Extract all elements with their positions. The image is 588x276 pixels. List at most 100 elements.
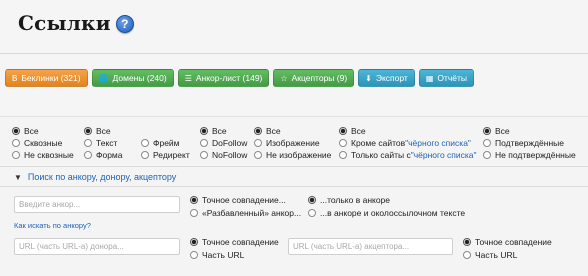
filter-group-follow: Все DoFollow NoFollow: [200, 125, 247, 161]
radio[interactable]: [339, 139, 347, 147]
radio-option[interactable]: Подтверждённые: [483, 137, 576, 149]
question-icon[interactable]: ?: [115, 15, 134, 33]
search-toggle-label[interactable]: Поиск по анкору, донору, акцептору: [28, 172, 176, 182]
radio-option[interactable]: Все: [483, 125, 576, 137]
star-icon: ☆: [280, 73, 288, 83]
radio-option[interactable]: Часть URL: [190, 248, 279, 261]
option-label: Редирект: [153, 150, 190, 160]
input-placeholder: Введите анкор...: [19, 200, 81, 209]
option-label: Не подтверждённые: [495, 150, 576, 160]
radio[interactable]: [84, 151, 92, 159]
filter-group-blacklist: Все Кроме сайтов "чёрного списка" Только…: [339, 125, 477, 161]
filter-group-sitewide: Все Сквозные Не сквозные: [12, 125, 74, 161]
radio-option[interactable]: Все: [254, 125, 331, 137]
radio[interactable]: [483, 139, 491, 147]
blacklist-link[interactable]: "чёрного списка": [411, 150, 477, 160]
donor-match-group: Точное совпадение Часть URL: [190, 235, 279, 261]
radio[interactable]: [200, 139, 208, 147]
radio-checked[interactable]: [200, 127, 208, 135]
radio-option[interactable]: NoFollow: [200, 149, 247, 161]
tab-domains[interactable]: 🌐 Домены (240): [91, 69, 174, 87]
radio-checked[interactable]: [483, 127, 491, 135]
option-label: Подтверждённые: [495, 138, 564, 148]
radio-checked[interactable]: [12, 127, 20, 135]
tab-label: Экспорт: [375, 73, 408, 83]
export-button[interactable]: ⬇ Экспорт: [358, 69, 415, 87]
tab-label: Анкор-лист (149): [195, 73, 263, 83]
page-title: Ссылки: [18, 11, 111, 35]
option-label: Все: [266, 126, 281, 136]
radio-option[interactable]: Часть URL: [463, 248, 552, 261]
reports-button[interactable]: ▦ Отчёты: [418, 69, 475, 87]
donor-url-input[interactable]: URL (часть URL-а) донора...: [14, 238, 180, 255]
radio-option[interactable]: Изображение: [254, 137, 331, 149]
list-icon: ☰: [184, 73, 192, 83]
radio[interactable]: [12, 139, 20, 147]
radio-option[interactable]: «Разбавленный» анкор...: [190, 206, 301, 219]
tab-acceptors[interactable]: ☆ Акцепторы (9): [273, 69, 355, 87]
radio[interactable]: [483, 151, 491, 159]
radio[interactable]: [339, 151, 347, 159]
radio[interactable]: [463, 250, 471, 259]
radio-option[interactable]: DoFollow: [200, 137, 247, 149]
radio-option[interactable]: Кроме сайтов "чёрного списка": [339, 137, 477, 149]
radio-option[interactable]: Все: [200, 125, 247, 137]
radio[interactable]: [254, 139, 262, 147]
radio[interactable]: [200, 151, 208, 159]
option-label: Форма: [96, 150, 123, 160]
blacklist-link[interactable]: "чёрного списка": [405, 138, 471, 148]
tab-backlinks[interactable]: B Беклинки (321): [5, 69, 88, 87]
radio[interactable]: [141, 151, 149, 159]
radio-option[interactable]: Не сквозные: [12, 149, 74, 161]
radio-option[interactable]: Точное совпадение: [190, 235, 279, 248]
acceptor-match-group: Точное совпадение Часть URL: [463, 235, 552, 261]
acceptor-url-input[interactable]: URL (часть URL-а) акцептора...: [288, 238, 453, 255]
radio-checked[interactable]: [308, 195, 316, 204]
radio-option[interactable]: ...только в анкоре: [308, 193, 465, 206]
globe-icon: 🌐: [98, 73, 109, 83]
radio[interactable]: [254, 151, 262, 159]
header-area: Ссылки ? B Беклинки (321) 🌐 Домены (240)…: [0, 0, 588, 116]
option-label: «Разбавленный» анкор...: [202, 207, 302, 218]
radio-option[interactable]: Точное совпадение...: [190, 193, 301, 206]
radio-option[interactable]: Точное совпадение: [463, 235, 552, 248]
radio-checked[interactable]: [190, 195, 198, 204]
radio[interactable]: [84, 139, 92, 147]
option-label: Все: [351, 126, 366, 136]
radio-option[interactable]: Форма: [84, 149, 123, 161]
option-label: Все: [495, 126, 510, 136]
option-label: Только сайты с: [351, 150, 411, 160]
reports-icon: ▦: [425, 73, 434, 83]
anchor-match-group: Точное совпадение... «Разбавленный» анко…: [190, 193, 301, 219]
tab-label: Беклинки (321): [21, 73, 81, 83]
radio-option[interactable]: Текст: [84, 137, 123, 149]
radio-option[interactable]: Все: [12, 125, 74, 137]
radio-option[interactable]: Не изображение: [254, 149, 331, 161]
radio-option[interactable]: Не подтверждённые: [483, 149, 576, 161]
how-to-search-link[interactable]: Как искать по анкору?: [14, 221, 91, 230]
radio-option[interactable]: Все: [84, 125, 123, 137]
radio-checked[interactable]: [254, 127, 262, 135]
option-label: Точное совпадение: [475, 236, 552, 247]
radio-option[interactable]: Только сайты с "чёрного списка": [339, 149, 477, 161]
radio[interactable]: [141, 139, 149, 147]
radio-option[interactable]: Фрейм: [141, 137, 190, 149]
search-toggle[interactable]: ▼ Поиск по анкору, донору, акцептору: [14, 172, 176, 182]
radio-option[interactable]: Редирект: [141, 149, 190, 161]
option-label: Часть URL: [475, 249, 518, 260]
tab-bar: B Беклинки (321) 🌐 Домены (240) ☰ Анкор-…: [5, 69, 478, 87]
radio[interactable]: [190, 208, 198, 217]
tab-anchor-list[interactable]: ☰ Анкор-лист (149): [177, 69, 270, 87]
radio-checked[interactable]: [339, 127, 347, 135]
radio-option[interactable]: ...в анкоре и околоссылочном тексте: [308, 206, 465, 219]
radio[interactable]: [308, 208, 316, 217]
radio[interactable]: [12, 151, 20, 159]
radio-option[interactable]: Все: [339, 125, 477, 137]
divider: [0, 53, 588, 54]
anchor-input[interactable]: Введите анкор...: [14, 196, 180, 213]
radio-checked[interactable]: [463, 237, 471, 246]
radio-option[interactable]: Сквозные: [12, 137, 74, 149]
radio[interactable]: [190, 250, 198, 259]
radio-checked[interactable]: [190, 237, 198, 246]
radio-checked[interactable]: [84, 127, 92, 135]
